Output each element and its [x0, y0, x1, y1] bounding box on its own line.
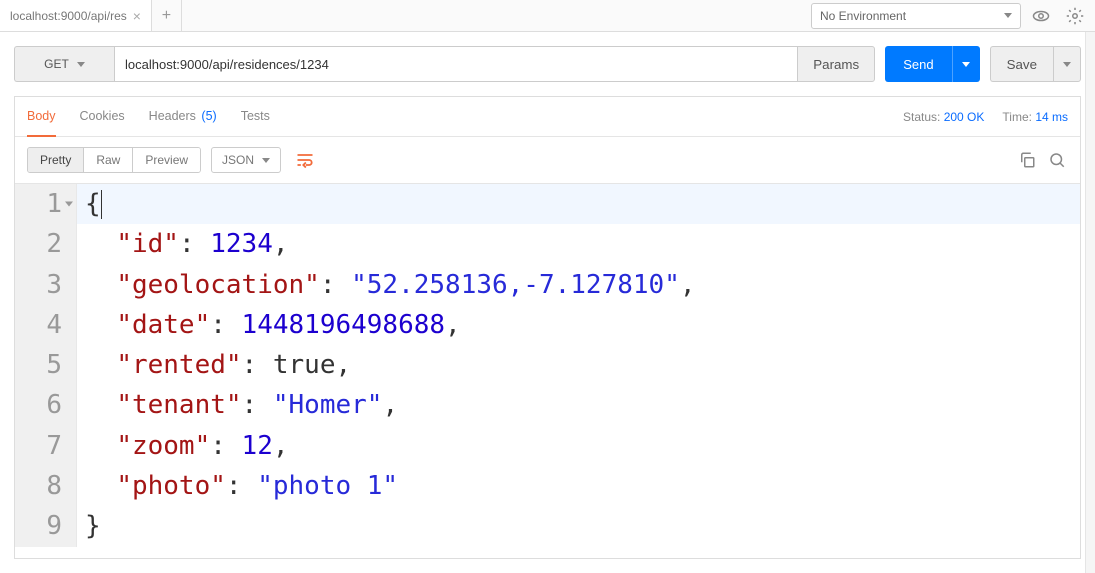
scrollbar-track[interactable] [1085, 32, 1095, 573]
tab-body[interactable]: Body [27, 97, 56, 137]
response-meta: Status: 200 OK Time: 14 ms [903, 110, 1068, 124]
line-number: 2 [15, 224, 77, 264]
line-number: 7 [15, 426, 77, 466]
code-line: 8 "photo": "photo 1" [15, 466, 1080, 506]
chevron-down-icon [1063, 62, 1071, 67]
code-line: 4 "date": 1448196498688, [15, 305, 1080, 345]
code-content: "rented": true, [77, 345, 1080, 385]
code-line: 2 "id": 1234, [15, 224, 1080, 264]
tab-headers[interactable]: Headers (5) [149, 97, 217, 137]
line-number: 8 [15, 466, 77, 506]
view-pretty-button[interactable]: Pretty [28, 148, 83, 172]
environment-preview-icon[interactable] [1027, 3, 1055, 29]
code-line: 5 "rented": true, [15, 345, 1080, 385]
chevron-down-icon [77, 62, 85, 67]
code-content: } [77, 506, 1080, 546]
view-raw-button[interactable]: Raw [83, 148, 132, 172]
environment-select[interactable]: No Environment [811, 3, 1021, 29]
tab-title: localhost:9000/api/res [10, 9, 127, 23]
environment-label: No Environment [820, 9, 906, 23]
wrap-lines-icon[interactable] [291, 147, 319, 173]
tab-headers-label: Headers [149, 109, 196, 123]
line-number: 3 [15, 265, 77, 305]
code-line: 1{ [15, 184, 1080, 224]
format-label: JSON [222, 153, 254, 167]
code-content: "id": 1234, [77, 224, 1080, 264]
request-tab[interactable]: localhost:9000/api/res × [0, 0, 152, 31]
response-tabs-row: Body Cookies Headers (5) Tests Status: 2… [15, 97, 1080, 137]
http-method-value: GET [44, 57, 69, 71]
request-row: GET Params Send Save [0, 32, 1095, 96]
line-number: 5 [15, 345, 77, 385]
send-button[interactable]: Send [885, 46, 951, 82]
line-number: 1 [15, 184, 77, 224]
new-tab-button[interactable]: + [152, 0, 182, 31]
code-content: "tenant": "Homer", [77, 385, 1080, 425]
code-line: 6 "tenant": "Homer", [15, 385, 1080, 425]
tab-headers-count: (5) [201, 109, 216, 123]
gear-icon[interactable] [1061, 3, 1089, 29]
code-content: "date": 1448196498688, [77, 305, 1080, 345]
response-panel: Body Cookies Headers (5) Tests Status: 2… [14, 96, 1081, 559]
status-label: Status: [903, 110, 940, 124]
http-method-select[interactable]: GET [14, 46, 114, 82]
code-line: 9} [15, 506, 1080, 546]
search-icon[interactable] [1046, 149, 1068, 171]
save-options-button[interactable] [1053, 46, 1081, 82]
url-input[interactable] [114, 46, 797, 82]
line-number: 6 [15, 385, 77, 425]
time-value: 14 ms [1035, 110, 1068, 124]
format-select[interactable]: JSON [211, 147, 281, 173]
top-bar: localhost:9000/api/res × + No Environmen… [0, 0, 1095, 32]
tab-tests[interactable]: Tests [241, 97, 270, 137]
code-line: 3 "geolocation": "52.258136,-7.127810", [15, 265, 1080, 305]
tabs-container: localhost:9000/api/res × + [0, 0, 182, 31]
line-number: 9 [15, 506, 77, 546]
code-content: "zoom": 12, [77, 426, 1080, 466]
copy-icon[interactable] [1016, 149, 1038, 171]
response-body-viewer[interactable]: 1{2 "id": 1234,3 "geolocation": "52.2581… [15, 183, 1080, 558]
text-cursor [101, 190, 102, 219]
code-content: "photo": "photo 1" [77, 466, 1080, 506]
time-label: Time: [1002, 110, 1032, 124]
send-options-button[interactable] [952, 46, 980, 82]
save-button[interactable]: Save [990, 46, 1053, 82]
environment-controls: No Environment [811, 3, 1095, 29]
chevron-down-icon [962, 62, 970, 67]
chevron-down-icon [262, 158, 270, 163]
response-toolbar: Pretty Raw Preview JSON [15, 137, 1080, 183]
code-line: 7 "zoom": 12, [15, 426, 1080, 466]
close-icon[interactable]: × [133, 8, 141, 24]
status-value: 200 OK [944, 110, 985, 124]
view-preview-button[interactable]: Preview [132, 148, 200, 172]
code-content: "geolocation": "52.258136,-7.127810", [77, 265, 1080, 305]
code-content: { [77, 184, 1080, 224]
params-button[interactable]: Params [797, 46, 875, 82]
view-mode-segment: Pretty Raw Preview [27, 147, 201, 173]
line-number: 4 [15, 305, 77, 345]
tab-cookies[interactable]: Cookies [80, 97, 125, 137]
chevron-down-icon [1004, 13, 1012, 18]
